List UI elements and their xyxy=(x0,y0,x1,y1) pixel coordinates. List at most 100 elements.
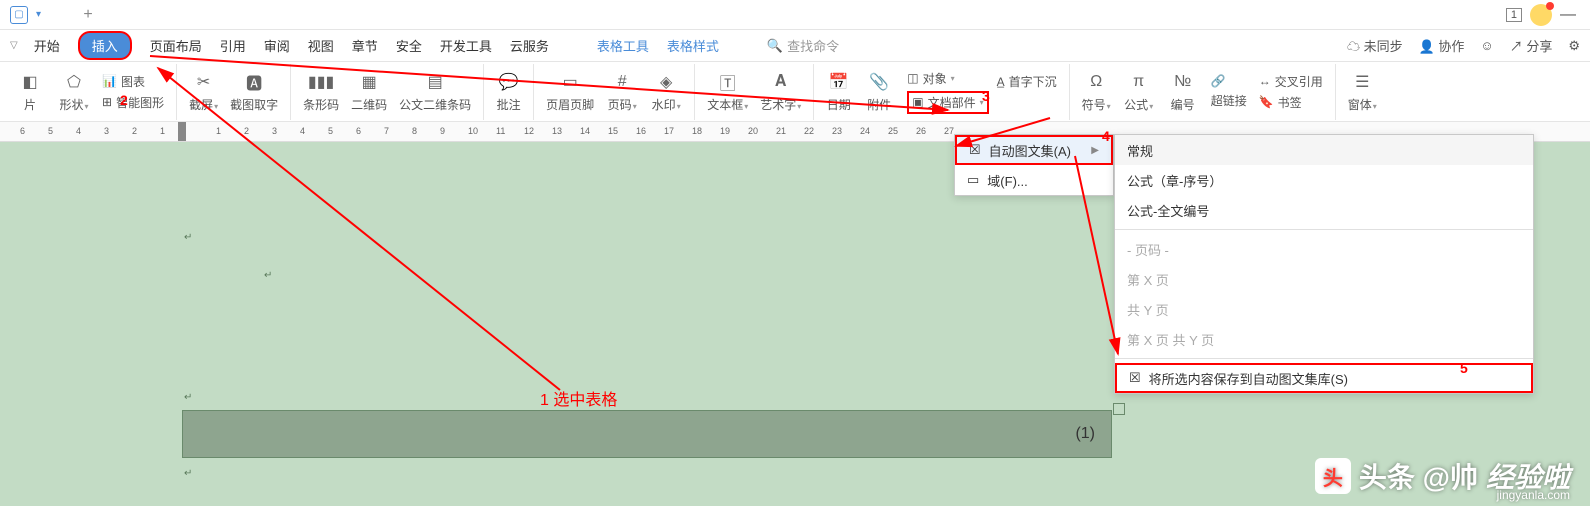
ocr-icon: 🅰 xyxy=(242,70,266,94)
ribbon-chart[interactable]: 📊图表 xyxy=(102,73,164,90)
ruler-tick: 23 xyxy=(832,126,842,136)
watermark: 头 头条 @帅 经验啦 jingyanla.com xyxy=(1315,456,1570,496)
submenu-formula-chapter[interactable]: 公式（章-序号） xyxy=(1115,165,1533,195)
new-tab-button[interactable]: + xyxy=(79,6,97,24)
ribbon-number[interactable]: № 编号 xyxy=(1161,64,1205,120)
menubar-chevron-icon[interactable]: ▽ xyxy=(10,40,18,51)
ribbon-barcode[interactable]: ▮▮▮ 条形码 xyxy=(290,64,345,120)
tab-chapter[interactable]: 章节 xyxy=(352,36,378,55)
number-icon: № xyxy=(1171,70,1195,94)
ribbon-symbol[interactable]: Ω 符号▾ xyxy=(1069,64,1117,120)
screenshot-icon: ✂ xyxy=(192,70,216,94)
ruler-tick: 2 xyxy=(132,126,137,136)
paragraph-mark: ↵ xyxy=(264,270,272,281)
settings-icon[interactable]: ⚙ xyxy=(1568,38,1580,54)
menu-separator xyxy=(1115,229,1533,230)
menu-autotext[interactable]: ☒ 自动图文集(A) ▶ xyxy=(955,135,1113,165)
tab-view[interactable]: 视图 xyxy=(308,36,334,55)
date-icon: 📅 xyxy=(827,70,851,94)
tab-start[interactable]: 开始 xyxy=(34,36,60,55)
window-count-badge[interactable]: 1 xyxy=(1506,8,1522,22)
ruler-tick: 5 xyxy=(48,126,53,136)
ribbon-pagenum[interactable]: # 页码▾ xyxy=(600,64,644,120)
table-resize-handle[interactable] xyxy=(1113,403,1125,415)
tab-chevron-icon[interactable]: ▾ xyxy=(36,9,41,20)
minimize-button[interactable]: — xyxy=(1560,6,1580,24)
ruler-tick: 25 xyxy=(888,126,898,136)
share-button[interactable]: ↗ 分享 xyxy=(1510,36,1553,55)
ruler-tick: 3 xyxy=(272,126,277,136)
collab-button[interactable]: 👤 协作 xyxy=(1419,36,1465,55)
tab-pagelayout[interactable]: 页面布局 xyxy=(150,36,202,55)
ruler-tick: 20 xyxy=(748,126,758,136)
app-tab-icon[interactable]: ▢ xyxy=(10,6,28,24)
ribbon-bookmark[interactable]: 🔖书签 xyxy=(1259,94,1323,111)
ruler-tick: 17 xyxy=(664,126,674,136)
tab-tabletools[interactable]: 表格工具 xyxy=(597,36,649,55)
watermark-url: jingyanla.com xyxy=(1497,488,1570,502)
crossref-icon: ↔ xyxy=(1259,74,1271,88)
shape-fragment-icon: ◧ xyxy=(18,70,42,94)
ribbon-smartart[interactable]: ⊞智能图形 xyxy=(102,94,164,111)
tab-devtools[interactable]: 开发工具 xyxy=(440,36,492,55)
ribbon-attachment[interactable]: 📎 附件 xyxy=(857,64,901,120)
ruler-tick: 5 xyxy=(328,126,333,136)
ribbon-shapes[interactable]: ⬠ 形状▾ xyxy=(52,64,96,120)
tab-review[interactable]: 审阅 xyxy=(264,36,290,55)
annotation-num3: 3 xyxy=(982,88,990,104)
command-search[interactable]: 🔍 查找命令 xyxy=(767,36,839,55)
submenu-header: 常规 xyxy=(1115,135,1533,165)
ribbon-chart-stack: 📊图表 ⊞智能图形 xyxy=(96,73,170,111)
sync-status[interactable]: ☁ 未同步 xyxy=(1347,36,1403,55)
ruler-tick: 4 xyxy=(300,126,305,136)
submenu-pagex[interactable]: 第 X 页 xyxy=(1115,264,1533,294)
ribbon-comment[interactable]: 💬 批注 xyxy=(483,64,527,120)
submenu-pagey[interactable]: 共 Y 页 xyxy=(1115,294,1533,324)
selected-table[interactable]: (1) xyxy=(182,410,1112,458)
tab-reference[interactable]: 引用 xyxy=(220,36,246,55)
ruler-tick: 24 xyxy=(860,126,870,136)
ribbon-object[interactable]: ◫对象▾ xyxy=(907,70,988,87)
ribbon-screenshot[interactable]: ✂ 截屏▾ xyxy=(176,64,224,120)
ribbon-wordart[interactable]: 𝐀 艺术字▾ xyxy=(754,64,807,120)
ruler-margin-marker[interactable] xyxy=(178,122,186,142)
ribbon-fragment[interactable]: ◧ 片 xyxy=(8,64,52,120)
equation-icon: π xyxy=(1127,70,1151,94)
submenu-save-selection[interactable]: ☒ 将所选内容保存到自动图文集库(S) xyxy=(1115,363,1533,393)
ribbon-dropcap[interactable]: A̲首字下沉 xyxy=(997,73,1057,90)
symbol-icon: Ω xyxy=(1084,70,1108,94)
ribbon-crossref[interactable]: ↔交叉引用 xyxy=(1259,73,1323,90)
headerfooter-icon: ▭ xyxy=(558,70,582,94)
ruler-tick: 14 xyxy=(580,126,590,136)
ribbon-hyperlink-icon[interactable]: 🔗 xyxy=(1211,74,1247,88)
annotation-num5: 5 xyxy=(1460,360,1468,376)
ribbon-watermark[interactable]: ◈ 水印▾ xyxy=(644,64,688,120)
tab-cloud[interactable]: 云服务 xyxy=(510,36,549,55)
ribbon-qrcode[interactable]: ▦ 二维码 xyxy=(345,64,393,120)
submenu-pagexy[interactable]: 第 X 页 共 Y 页 xyxy=(1115,324,1533,354)
ruler-tick: 9 xyxy=(440,126,445,136)
ruler-tick: 2 xyxy=(244,126,249,136)
link-icon: 🔗 xyxy=(1211,74,1226,88)
ribbon-pdf417[interactable]: ▤ 公文二维条码 xyxy=(393,64,477,120)
ribbon-form[interactable]: ☰ 窗体▾ xyxy=(1335,64,1383,120)
ribbon-ocr[interactable]: 🅰 截图取字 xyxy=(224,64,284,120)
table-cell-text: (1) xyxy=(1075,425,1095,443)
ribbon-headerfooter[interactable]: ▭ 页眉页脚 xyxy=(533,64,600,120)
submenu-pagenum[interactable]: - 页码 - xyxy=(1115,234,1533,264)
tab-insert[interactable]: 插入 xyxy=(78,31,132,60)
ribbon-docparts[interactable]: ▣文档部件▾ xyxy=(907,91,988,114)
ruler-tick: 15 xyxy=(608,126,618,136)
ribbon-textbox[interactable]: 🅃 文本框▾ xyxy=(694,64,754,120)
menu-field[interactable]: ▭ 域(F)... xyxy=(955,165,1113,195)
ribbon-equation[interactable]: π 公式▾ xyxy=(1117,64,1161,120)
user-avatar[interactable] xyxy=(1530,4,1552,26)
submenu-formula-full[interactable]: 公式-全文编号 xyxy=(1115,195,1533,225)
ribbon-date[interactable]: 📅 日期 xyxy=(813,64,857,120)
field-icon: ▭ xyxy=(967,172,979,188)
barcode-icon: ▮▮▮ xyxy=(309,70,333,94)
ribbon-hyperlink[interactable]: 超链接 xyxy=(1211,92,1247,109)
tab-security[interactable]: 安全 xyxy=(396,36,422,55)
smile-icon[interactable]: ☺ xyxy=(1480,38,1493,53)
tab-tablestyle[interactable]: 表格样式 xyxy=(667,36,719,55)
